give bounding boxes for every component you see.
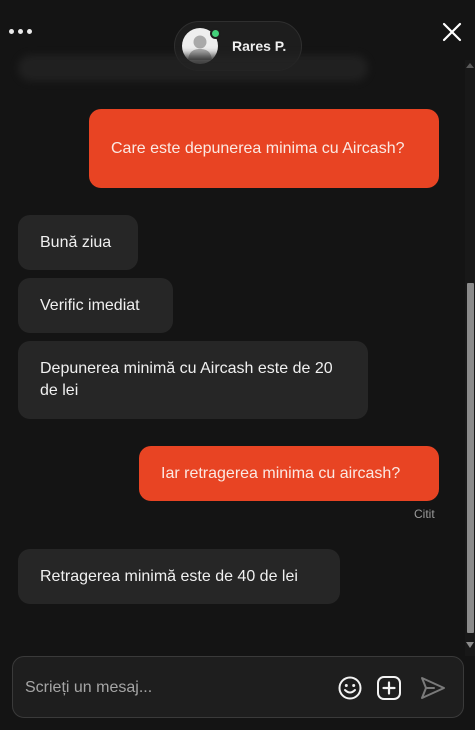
message-text: Verific imediat [40,296,140,314]
agent-name: Rares P. [232,38,287,54]
read-receipt: Citit [414,507,435,521]
message-text: Depunerea minimă cu Aircash este de 20 d… [40,360,333,399]
scrollbar-thumb[interactable] [467,283,474,633]
online-status-indicator [210,28,221,39]
message-outgoing: Care este depunerea minima cu Aircash? [89,109,439,188]
message-incoming: Bună ziua [18,215,138,270]
message-incoming: Retragerea minimă este de 40 de lei [18,549,340,604]
close-icon[interactable] [440,20,464,44]
message-text: Iar retragerea minima cu aircash? [161,464,401,482]
message-text: Bună ziua [40,233,112,251]
ellipsis-icon[interactable] [9,24,39,38]
message-composer [12,656,464,718]
scroll-down-arrow-icon[interactable] [466,642,474,648]
message-incoming: Verific imediat [18,278,173,333]
message-outgoing: Iar retragerea minima cu aircash? [139,446,439,501]
blurred-previous-message [18,55,368,81]
scroll-up-arrow-icon[interactable] [466,63,474,68]
message-incoming: Depunerea minimă cu Aircash este de 20 d… [18,341,368,419]
emoji-icon[interactable] [337,675,363,701]
message-input[interactable] [25,675,325,701]
message-text: Retragerea minimă este de 40 de lei [40,567,298,585]
chat-window: Rares P. Care este depunerea minima cu A… [0,0,475,730]
attach-plus-icon[interactable] [376,675,402,701]
send-icon[interactable] [419,675,445,701]
message-text: Care este depunerea minima cu Aircash? [111,139,405,157]
